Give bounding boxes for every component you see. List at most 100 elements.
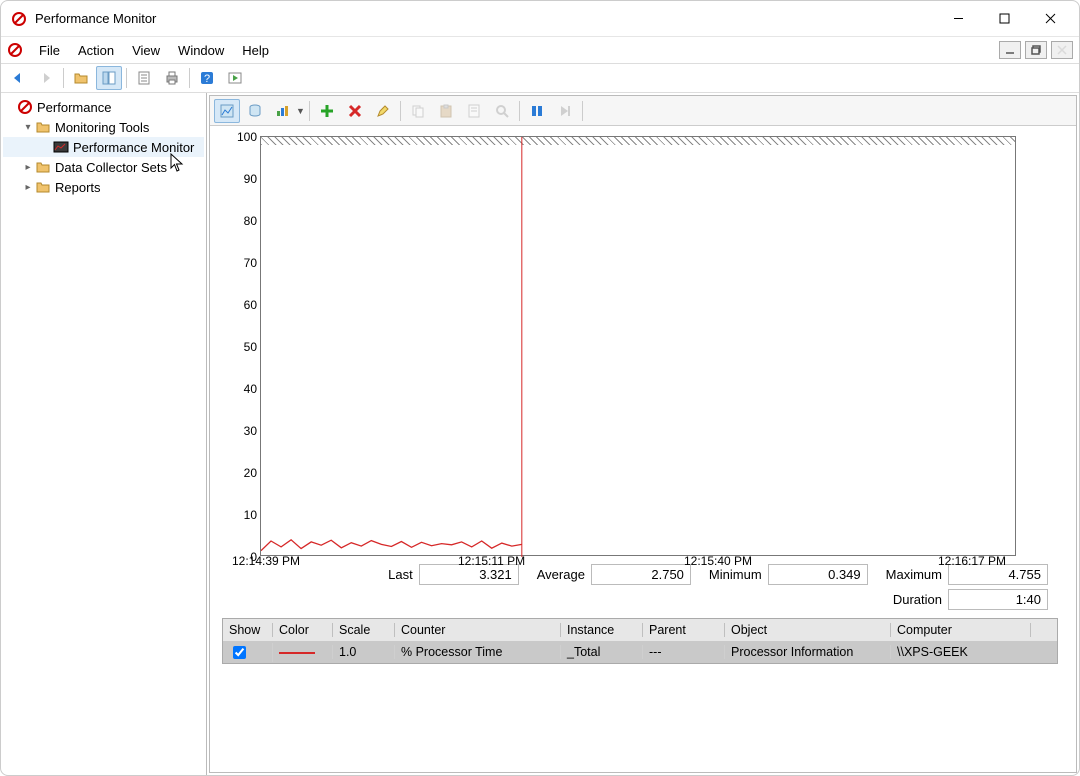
stat-min-value: 0.349 bbox=[768, 564, 868, 585]
menu-view[interactable]: View bbox=[124, 41, 168, 60]
mdi-restore-button[interactable] bbox=[1025, 41, 1047, 59]
back-button[interactable] bbox=[5, 66, 31, 90]
stat-last-label: Last bbox=[388, 567, 413, 582]
col-color[interactable]: Color bbox=[273, 623, 333, 637]
show-hide-tree-button[interactable] bbox=[96, 66, 122, 90]
highlight-button[interactable] bbox=[370, 99, 396, 123]
tree-item-label: Performance Monitor bbox=[73, 140, 194, 155]
view-current-activity-button[interactable] bbox=[214, 99, 240, 123]
col-scale[interactable]: Scale bbox=[333, 623, 395, 637]
counter-computer: \\XPS-GEEK bbox=[891, 645, 1031, 659]
toolbar-separator bbox=[519, 101, 520, 121]
print-button[interactable] bbox=[159, 66, 185, 90]
chart-series-line bbox=[261, 540, 522, 551]
counter-table-row[interactable]: 1.0 % Processor Time _Total --- Processo… bbox=[223, 641, 1057, 663]
toolbar-separator bbox=[400, 101, 401, 121]
tree-root[interactable]: Performance bbox=[3, 97, 204, 117]
chart-svg bbox=[261, 137, 1017, 557]
menubar: File Action View Window Help bbox=[1, 37, 1079, 63]
close-button[interactable] bbox=[1027, 4, 1073, 34]
y-tick-label: 60 bbox=[221, 298, 257, 312]
y-tick-label: 80 bbox=[221, 214, 257, 228]
col-counter[interactable]: Counter bbox=[395, 623, 561, 637]
app-icon-small bbox=[7, 42, 23, 58]
col-object[interactable]: Object bbox=[725, 623, 891, 637]
view-log-toggle-button[interactable] bbox=[222, 66, 248, 90]
menu-help[interactable]: Help bbox=[234, 41, 277, 60]
counter-show-checkbox[interactable] bbox=[233, 646, 246, 659]
col-instance[interactable]: Instance bbox=[561, 623, 643, 637]
open-folder-button[interactable] bbox=[68, 66, 94, 90]
paste-button[interactable] bbox=[433, 99, 459, 123]
mdi-minimize-button[interactable] bbox=[999, 41, 1021, 59]
content-pane: ▼ bbox=[209, 95, 1077, 773]
properties-chart-button[interactable] bbox=[461, 99, 487, 123]
add-counter-button[interactable] bbox=[314, 99, 340, 123]
col-computer[interactable]: Computer bbox=[891, 623, 1031, 637]
tree-expander-icon[interactable]: ▸ bbox=[21, 182, 35, 193]
col-parent[interactable]: Parent bbox=[643, 623, 725, 637]
delete-counter-button[interactable] bbox=[342, 99, 368, 123]
stat-dur-value: 1:40 bbox=[948, 589, 1048, 610]
counter-scale: 1.0 bbox=[333, 645, 395, 659]
menu-window[interactable]: Window bbox=[170, 41, 232, 60]
tree-item-monitoring-tools[interactable]: ▾ Monitoring Tools bbox=[3, 117, 204, 137]
stat-dur-label: Duration bbox=[893, 592, 942, 607]
tree-item-performance-monitor[interactable]: Performance Monitor bbox=[3, 137, 204, 157]
help-button[interactable]: ? bbox=[194, 66, 220, 90]
counter-instance: _Total bbox=[561, 645, 643, 659]
menu-file[interactable]: File bbox=[31, 41, 68, 60]
y-tick-label: 90 bbox=[221, 172, 257, 186]
tree-expander-icon[interactable]: ▸ bbox=[21, 162, 35, 173]
update-data-button[interactable] bbox=[552, 99, 578, 123]
tree-root-label: Performance bbox=[37, 100, 111, 115]
chart-area[interactable]: 0102030405060708090100 12:14:39 PM12:15:… bbox=[210, 126, 1076, 562]
perfmon-root-icon bbox=[17, 99, 33, 115]
counter-table[interactable]: Show Color Scale Counter Instance Parent… bbox=[222, 618, 1058, 664]
stat-avg-label: Average bbox=[537, 567, 585, 582]
col-show[interactable]: Show bbox=[223, 623, 273, 637]
y-tick-label: 20 bbox=[221, 466, 257, 480]
tree-item-data-collector-sets[interactable]: ▸ Data Collector Sets bbox=[3, 157, 204, 177]
counter-table-header[interactable]: Show Color Scale Counter Instance Parent… bbox=[223, 619, 1057, 641]
properties-button[interactable] bbox=[131, 66, 157, 90]
counter-object: Processor Information bbox=[725, 645, 891, 659]
y-tick-label: 30 bbox=[221, 424, 257, 438]
main-toolbar: ? bbox=[1, 63, 1079, 93]
counter-name: % Processor Time bbox=[395, 645, 561, 659]
menu-action[interactable]: Action bbox=[70, 41, 122, 60]
freeze-display-button[interactable] bbox=[524, 99, 550, 123]
copy-button[interactable] bbox=[405, 99, 431, 123]
tree-expander-icon[interactable]: ▾ bbox=[21, 122, 35, 133]
toolbar-separator bbox=[309, 101, 310, 121]
counter-parent: --- bbox=[643, 645, 725, 659]
stats-row-2: Duration 1:40 bbox=[210, 587, 1076, 612]
toolbar-separator bbox=[189, 68, 190, 88]
forward-button[interactable] bbox=[33, 66, 59, 90]
minimize-button[interactable] bbox=[935, 4, 981, 34]
chart-toolbar: ▼ bbox=[210, 96, 1076, 126]
tree-item-label: Data Collector Sets bbox=[55, 160, 167, 175]
y-tick-label: 100 bbox=[221, 130, 257, 144]
x-tick-label: 12:15:40 PM bbox=[684, 554, 752, 568]
chevron-down-icon[interactable]: ▼ bbox=[296, 106, 305, 116]
app-icon bbox=[11, 11, 27, 27]
toolbar-separator bbox=[126, 68, 127, 88]
stat-min-label: Minimum bbox=[709, 567, 762, 582]
stat-avg-value: 2.750 bbox=[591, 564, 691, 585]
tree-item-reports[interactable]: ▸ Reports bbox=[3, 177, 204, 197]
navigation-tree[interactable]: Performance ▾ Monitoring Tools Performance… bbox=[1, 93, 207, 775]
zoom-button[interactable] bbox=[489, 99, 515, 123]
y-tick-label: 70 bbox=[221, 256, 257, 270]
x-tick-label: 12:16:17 PM bbox=[938, 554, 1006, 568]
titlebar: Performance Monitor bbox=[1, 1, 1079, 37]
window-title: Performance Monitor bbox=[35, 11, 935, 26]
view-log-data-button[interactable] bbox=[242, 99, 268, 123]
tree-item-label: Reports bbox=[55, 180, 101, 195]
maximize-button[interactable] bbox=[981, 4, 1027, 34]
tree-item-label: Monitoring Tools bbox=[55, 120, 149, 135]
mdi-close-button[interactable] bbox=[1051, 41, 1073, 59]
chart-type-button[interactable] bbox=[270, 99, 296, 123]
x-tick-label: 12:15:11 PM bbox=[458, 554, 525, 568]
y-tick-label: 50 bbox=[221, 340, 257, 354]
